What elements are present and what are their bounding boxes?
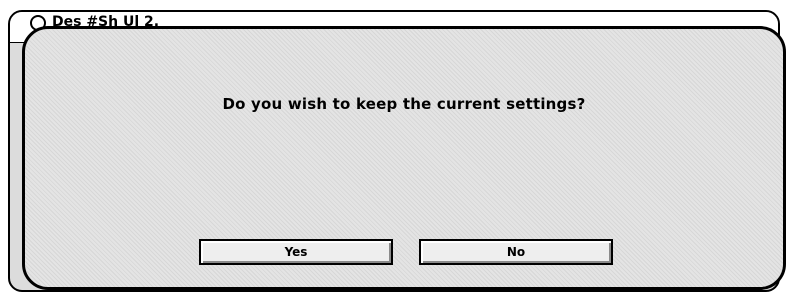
yes-button[interactable]: Yes — [199, 239, 393, 265]
dialog-message: Do you wish to keep the current settings… — [222, 95, 586, 113]
confirm-settings-dialog: Do you wish to keep the current settings… — [22, 26, 786, 290]
no-button[interactable]: No — [419, 239, 613, 265]
